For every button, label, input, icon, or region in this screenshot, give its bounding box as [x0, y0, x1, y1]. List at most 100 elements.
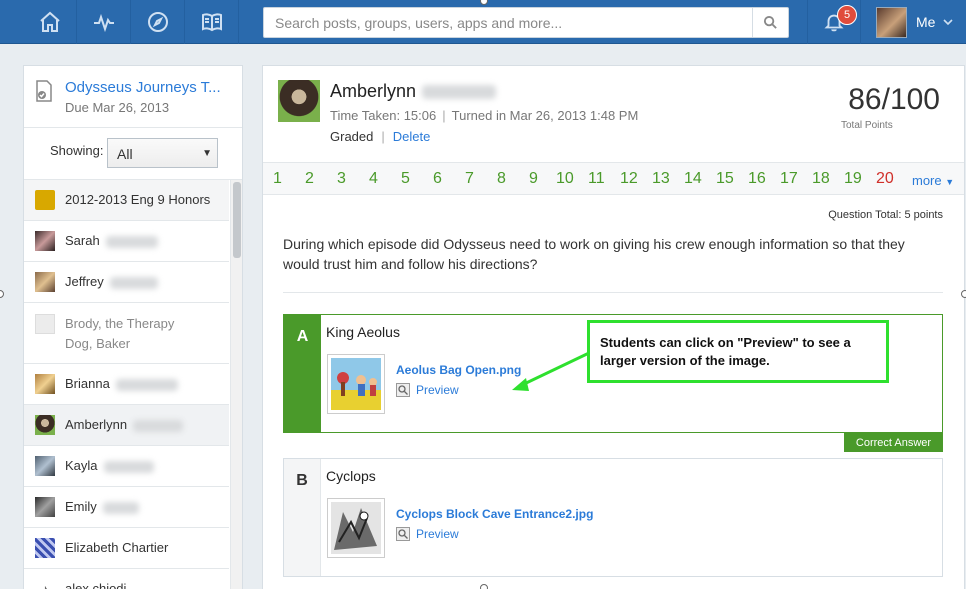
submission-meta: Time Taken: 15:06 | Turned in Mar 26, 2013…	[330, 108, 639, 123]
question-number-link[interactable]: 7	[465, 170, 474, 188]
list-scrollbar[interactable]	[230, 180, 242, 589]
student-name: Amberlynn	[330, 81, 497, 102]
list-item-label: Brody, the Therapy Dog, Baker	[65, 316, 175, 351]
list-item[interactable]: Jeffrey	[24, 262, 229, 303]
resize-handle	[0, 290, 4, 298]
list-item[interactable]: Sarah	[24, 221, 229, 262]
submissions-sidebar: Odysseus Journeys T... Due Mar 26, 2013 …	[23, 65, 243, 589]
question-number-link[interactable]: 16	[748, 170, 766, 188]
list-item-label: Elizabeth Chartier	[65, 540, 169, 555]
cartoon-image-icon	[331, 358, 381, 410]
sketch-image-icon	[331, 502, 381, 554]
avatar	[35, 374, 55, 394]
question-number-link[interactable]: 9	[529, 170, 538, 188]
filter-select[interactable]: All ▼	[107, 138, 218, 168]
question-number-link[interactable]: 12	[620, 170, 638, 188]
more-questions-dropdown[interactable]: more ▼	[912, 173, 954, 188]
search-input[interactable]	[264, 8, 753, 37]
list-item-label: Sarah	[65, 231, 158, 251]
list-item[interactable]: Brody, the Therapy Dog, Baker	[24, 303, 229, 364]
preview-link[interactable]: Preview	[396, 383, 459, 397]
delete-link[interactable]: Delete	[393, 129, 431, 144]
list-item-label: Jeffrey	[65, 272, 158, 292]
course-icon	[35, 190, 55, 210]
avatar	[35, 272, 55, 292]
caret-down-icon: ▼	[945, 177, 955, 187]
list-item[interactable]: Brianna	[24, 364, 229, 405]
annotation-callout: Students can click on "Preview" to see a…	[587, 320, 889, 383]
question-number-link[interactable]: 8	[497, 170, 506, 188]
question-number-link[interactable]: 10	[556, 170, 574, 188]
answer-letter: B	[284, 459, 321, 576]
turned-in-date: Turned in Mar 26, 2013 1:48 PM	[451, 108, 639, 123]
dropdown-arrow-icon: ▼	[202, 148, 212, 159]
student-list: 2012-2013 Eng 9 Honors Sarah Jeffrey Bro…	[24, 180, 229, 589]
list-item-course[interactable]: 2012-2013 Eng 9 Honors	[24, 180, 229, 221]
list-item[interactable]: Elizabeth Chartier	[24, 528, 229, 569]
magnifier-icon	[396, 527, 410, 541]
question-number-link[interactable]: 13	[652, 170, 670, 188]
list-item-label: Amberlynn	[65, 415, 184, 435]
question-number-link[interactable]: 15	[716, 170, 734, 188]
answer-choice-b: B Cyclops Cyclops Block Cave Entrance2.j…	[283, 458, 943, 577]
answer-image-thumbnail[interactable]	[327, 354, 385, 414]
list-item[interactable]: Kayla	[24, 446, 229, 487]
search-button[interactable]	[752, 8, 788, 37]
list-item[interactable]: ♪ alex chiodi	[24, 569, 229, 589]
student-avatar	[278, 80, 320, 122]
list-item-label: Emily	[65, 497, 139, 517]
list-item-label: Kayla	[65, 456, 154, 476]
user-menu[interactable]: Me	[876, 6, 954, 38]
graded-status: Graded	[330, 129, 374, 144]
preview-link[interactable]: Preview	[396, 527, 459, 541]
question-number-link-incorrect[interactable]: 20	[876, 170, 894, 188]
question-number-link[interactable]: 1	[273, 170, 282, 188]
list-item-selected[interactable]: Amberlynn	[24, 405, 229, 446]
avatar	[35, 314, 55, 334]
search-bar	[263, 7, 789, 38]
question-number-link[interactable]: 11	[588, 170, 605, 188]
question-number-link[interactable]: 6	[433, 170, 442, 188]
answer-letter: A	[284, 315, 321, 432]
question-number-link[interactable]: 17	[780, 170, 798, 188]
filter-label: Showing:	[50, 143, 104, 158]
scrollbar-thumb[interactable]	[233, 182, 241, 258]
user-menu-label: Me	[916, 14, 936, 30]
chevron-down-icon	[943, 18, 954, 25]
question-number-link[interactable]: 2	[305, 170, 314, 188]
answer-text: King Aeolus	[326, 324, 400, 340]
book-icon[interactable]	[185, 0, 239, 44]
assignment-icon	[36, 80, 52, 102]
filter-bar: Showing: All ▼	[24, 128, 242, 180]
avatar	[35, 231, 55, 251]
correct-answer-badge: Correct Answer	[844, 433, 943, 452]
home-icon[interactable]	[23, 0, 77, 44]
question-number-link[interactable]: 14	[684, 170, 702, 188]
music-note-icon: ♪	[35, 579, 55, 589]
resize-handle	[961, 290, 966, 298]
magnifier-icon	[396, 383, 410, 397]
attachment-filename-link[interactable]: Cyclops Block Cave Entrance2.jpg	[396, 507, 593, 521]
assignment-due-date: Due Mar 26, 2013	[65, 100, 170, 115]
question-number-link[interactable]: 19	[844, 170, 862, 188]
total-points-label: Total Points	[841, 120, 893, 131]
compass-icon[interactable]	[131, 0, 185, 44]
search-icon	[763, 15, 777, 29]
top-navigation-bar: 5 Me	[0, 0, 966, 44]
list-item[interactable]: Emily	[24, 487, 229, 528]
avatar	[876, 6, 907, 38]
avatar	[35, 497, 55, 517]
list-item-label: Brianna	[65, 374, 178, 394]
activity-icon[interactable]	[77, 0, 131, 44]
answer-image-thumbnail[interactable]	[327, 498, 385, 558]
divider	[283, 292, 943, 293]
assignment-header: Odysseus Journeys T... Due Mar 26, 2013	[24, 66, 242, 128]
question-number-link[interactable]: 4	[369, 170, 378, 188]
notification-count-badge: 5	[837, 5, 857, 25]
attachment-filename-link[interactable]: Aeolus Bag Open.png	[396, 363, 521, 377]
assignment-title-link[interactable]: Odysseus Journeys T...	[65, 79, 230, 96]
question-number-link[interactable]: 5	[401, 170, 410, 188]
question-number-link[interactable]: 18	[812, 170, 830, 188]
question-number-link[interactable]: 3	[337, 170, 346, 188]
question-navigation: 1 2 3 4 5 6 7 8 9 10 11 12 13 14 15 16 1…	[263, 162, 964, 195]
